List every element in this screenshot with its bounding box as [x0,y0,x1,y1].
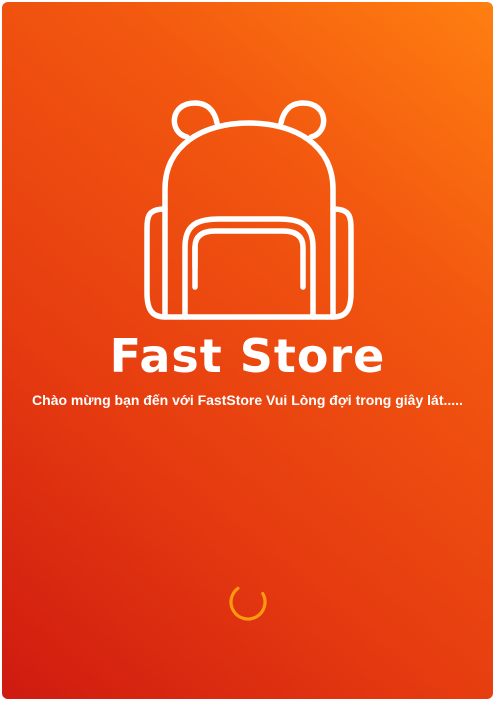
splash-screen: Fast Store Chào mừng bạn đến với FastSto… [2,2,493,699]
spinner-icon [229,583,267,621]
app-brand-name: Fast Store [109,329,386,383]
backpack-icon [144,100,354,320]
welcome-message: Chào mừng bạn đến với FastStore Vui Lòng… [32,392,463,408]
